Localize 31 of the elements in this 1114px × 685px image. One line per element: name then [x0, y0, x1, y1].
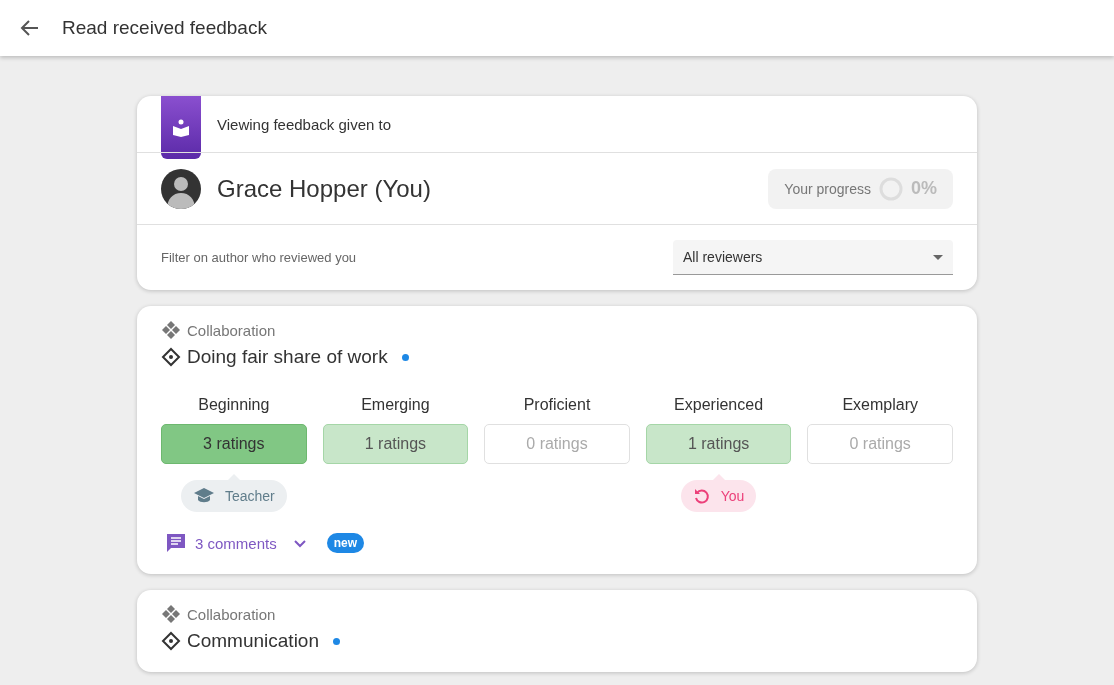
- reviewer-select[interactable]: All reviewers: [673, 240, 953, 275]
- level-name: Emerging: [361, 396, 430, 414]
- person-name: Grace Hopper (You): [217, 174, 432, 203]
- graduation-cap-icon: [192, 487, 215, 505]
- level-name: Beginning: [198, 396, 270, 414]
- category-icon: [161, 604, 181, 624]
- criterion-title: Communication: [187, 630, 319, 652]
- comments-toggle[interactable]: 3 comments: [161, 532, 311, 554]
- level-name: Exemplary: [842, 396, 918, 414]
- filter-label: Filter on author who reviewed you: [161, 250, 358, 265]
- comment-icon: [165, 532, 187, 554]
- category-label: Collaboration: [187, 321, 276, 339]
- caption: Viewing feedback given to: [217, 115, 391, 133]
- criterion-icon: [161, 631, 181, 651]
- avatar: [161, 168, 201, 209]
- category-icon: [161, 320, 181, 340]
- category-label: Collaboration: [187, 605, 276, 623]
- rating-count[interactable]: 1 ratings: [645, 424, 792, 464]
- criterion-icon: [161, 347, 181, 367]
- undo-icon: [692, 487, 711, 505]
- new-badge: new: [326, 533, 365, 553]
- back-arrow-icon[interactable]: [20, 18, 40, 38]
- level-name: Proficient: [523, 396, 591, 414]
- reader-icon: [171, 117, 191, 138]
- rating-count[interactable]: 1 ratings: [322, 424, 469, 464]
- criterion-title: Doing fair share of work: [187, 346, 388, 368]
- progress-label: Your progress: [784, 180, 871, 197]
- level-name: Experienced: [674, 396, 764, 414]
- page-title: Read received feedback: [62, 17, 267, 39]
- rating-count[interactable]: 3 ratings: [161, 424, 307, 464]
- dropdown-icon: [933, 254, 943, 260]
